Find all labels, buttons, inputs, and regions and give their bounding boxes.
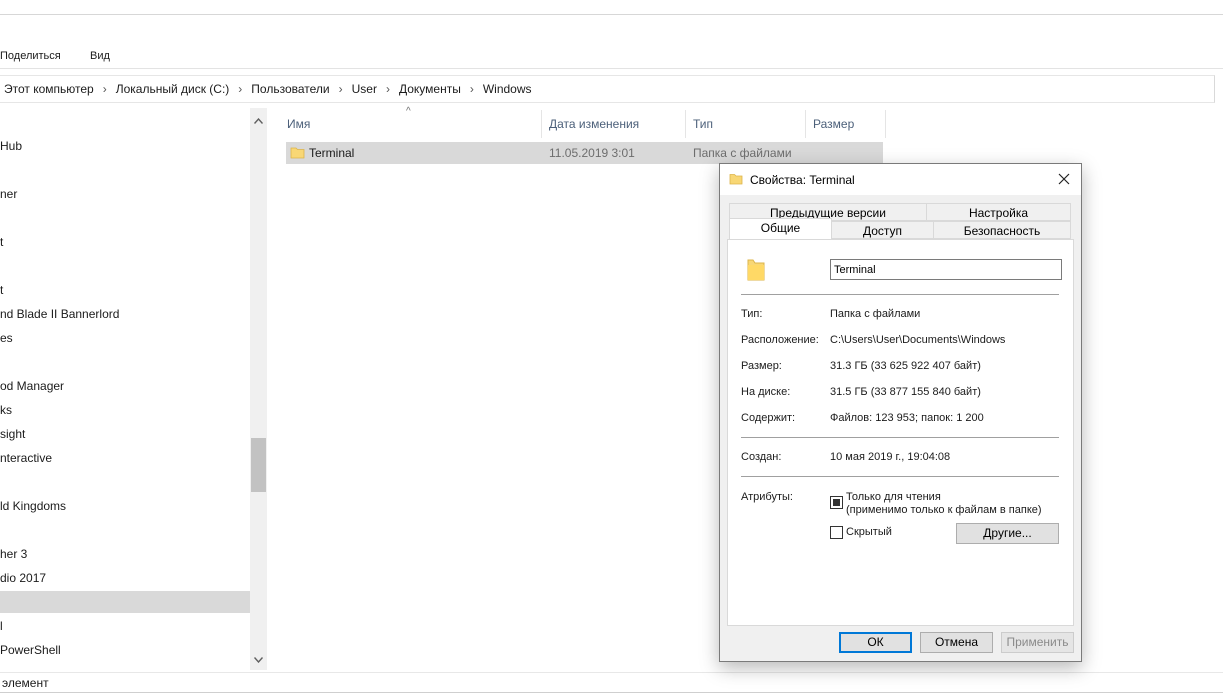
chevron-right-icon[interactable]: › bbox=[103, 82, 107, 96]
navigation-pane: Hub ner t t nd Blade II Bannerlord es od… bbox=[0, 108, 250, 674]
ribbon-tab-share[interactable]: Поделиться bbox=[0, 50, 61, 62]
file-list-header: Имя Дата изменения Тип Размер bbox=[279, 110, 889, 138]
hidden-label: Скрытый bbox=[846, 526, 892, 538]
ok-button[interactable]: ОК bbox=[839, 632, 912, 653]
apply-button[interactable]: Применить bbox=[1001, 632, 1074, 653]
window-top-border bbox=[0, 14, 1223, 15]
column-header-name[interactable]: Имя bbox=[279, 110, 541, 138]
chevron-right-icon[interactable]: › bbox=[339, 82, 343, 96]
size-value: 31.3 ГБ (33 625 922 407 байт) bbox=[830, 360, 981, 372]
nav-item-selected[interactable] bbox=[0, 591, 250, 613]
attributes-label: Атрибуты: bbox=[741, 491, 793, 503]
tab-general[interactable]: Общие bbox=[729, 218, 832, 239]
crumb-this-pc[interactable]: Этот компьютер bbox=[4, 82, 94, 96]
dialog-titlebar[interactable]: Свойства: Terminal bbox=[720, 164, 1081, 195]
window-bottom-border bbox=[0, 692, 1223, 693]
readonly-label: Только для чтения bbox=[846, 491, 941, 503]
tab-customize[interactable]: Настройка bbox=[926, 203, 1071, 221]
type-value: Папка с файлами bbox=[830, 308, 921, 320]
divider bbox=[741, 476, 1059, 477]
scroll-thumb[interactable] bbox=[251, 438, 266, 492]
column-header-size[interactable]: Размер bbox=[805, 110, 885, 138]
folder-name-field[interactable] bbox=[830, 259, 1062, 280]
scroll-down-arrow-icon[interactable] bbox=[250, 651, 267, 668]
location-value: C:\Users\User\Documents\Windows bbox=[830, 334, 1006, 346]
crumb-users[interactable]: Пользователи bbox=[251, 82, 329, 96]
chevron-right-icon[interactable]: › bbox=[470, 82, 474, 96]
cancel-button[interactable]: Отмена bbox=[920, 632, 993, 653]
size-label: Размер: bbox=[741, 360, 782, 372]
crumb-local-disk[interactable]: Локальный диск (C:) bbox=[116, 82, 230, 96]
readonly-note: (применимо только к файлам в папке) bbox=[846, 504, 1042, 516]
hidden-checkbox[interactable] bbox=[830, 526, 843, 539]
nav-item[interactable]: ner bbox=[0, 183, 17, 205]
chevron-right-icon[interactable]: › bbox=[386, 82, 390, 96]
close-icon[interactable] bbox=[1051, 167, 1077, 191]
ribbon-separator bbox=[0, 68, 1223, 69]
column-divider[interactable] bbox=[885, 110, 886, 138]
type-label: Тип: bbox=[741, 308, 763, 320]
contains-value: Файлов: 123 953; папок: 1 200 bbox=[830, 412, 984, 424]
file-type: Папка с файлами bbox=[693, 146, 792, 160]
nav-item[interactable]: sight bbox=[0, 423, 25, 445]
breadcrumb: Этот компьютер › Локальный диск (C:) › П… bbox=[4, 82, 532, 96]
nav-item[interactable]: her 3 bbox=[0, 543, 27, 565]
created-value: 10 мая 2019 г., 19:04:08 bbox=[830, 451, 951, 463]
ribbon-tab-view[interactable]: Вид bbox=[90, 50, 110, 62]
status-item-count: элемент bbox=[2, 676, 49, 690]
nav-item[interactable]: es bbox=[0, 327, 13, 349]
nav-item[interactable]: nteractive bbox=[0, 447, 52, 469]
nav-scrollbar[interactable] bbox=[250, 108, 267, 670]
nav-item[interactable]: od Manager bbox=[0, 375, 64, 397]
folder-icon bbox=[290, 145, 305, 167]
nav-item[interactable]: Hub bbox=[0, 135, 22, 157]
created-label: Создан: bbox=[741, 451, 782, 463]
disk-size-value: 31.5 ГБ (33 877 155 840 байт) bbox=[830, 386, 981, 398]
tab-page-general: Тип: Папка с файлами Расположение: C:\Us… bbox=[727, 239, 1074, 626]
crumb-user[interactable]: User bbox=[352, 82, 377, 96]
file-date: 11.05.2019 3:01 bbox=[549, 146, 635, 160]
properties-dialog: Свойства: Terminal Предыдущие версии Нас… bbox=[719, 163, 1082, 662]
disk-size-label: На диске: bbox=[741, 386, 791, 398]
readonly-checkbox[interactable] bbox=[830, 496, 843, 509]
folder-large-icon bbox=[745, 257, 767, 286]
scroll-up-arrow-icon[interactable] bbox=[250, 112, 267, 129]
nav-item[interactable]: t bbox=[0, 279, 3, 301]
divider bbox=[741, 437, 1059, 438]
address-bar[interactable]: Этот компьютер › Локальный диск (C:) › П… bbox=[0, 75, 1215, 103]
dialog-title: Свойства: Terminal bbox=[750, 173, 855, 187]
nav-item[interactable]: nd Blade II Bannerlord bbox=[0, 303, 119, 325]
crumb-documents[interactable]: Документы bbox=[399, 82, 461, 96]
folder-icon bbox=[729, 172, 743, 189]
nav-item[interactable]: PowerShell bbox=[0, 639, 61, 661]
ribbon: Поделиться Вид bbox=[0, 44, 1223, 68]
contains-label: Содержит: bbox=[741, 412, 796, 424]
location-label: Расположение: bbox=[741, 334, 819, 346]
nav-item[interactable]: ks bbox=[0, 399, 12, 421]
advanced-button[interactable]: Другие... bbox=[956, 523, 1059, 544]
nav-item[interactable]: ld Kingdoms bbox=[0, 495, 66, 517]
file-name: Terminal bbox=[309, 146, 355, 160]
tab-security[interactable]: Безопасность bbox=[933, 221, 1071, 239]
tab-sharing[interactable]: Доступ bbox=[831, 221, 934, 239]
nav-item[interactable]: dio 2017 bbox=[0, 567, 46, 589]
chevron-right-icon[interactable]: › bbox=[238, 82, 242, 96]
nav-item[interactable]: l bbox=[0, 615, 3, 637]
crumb-windows[interactable]: Windows bbox=[483, 82, 532, 96]
file-row[interactable]: Terminal 11.05.2019 3:01 Папка с файлами bbox=[286, 142, 883, 164]
divider bbox=[741, 294, 1059, 295]
column-header-date[interactable]: Дата изменения bbox=[541, 110, 685, 138]
column-header-type[interactable]: Тип bbox=[685, 110, 805, 138]
nav-item[interactable]: t bbox=[0, 231, 3, 253]
